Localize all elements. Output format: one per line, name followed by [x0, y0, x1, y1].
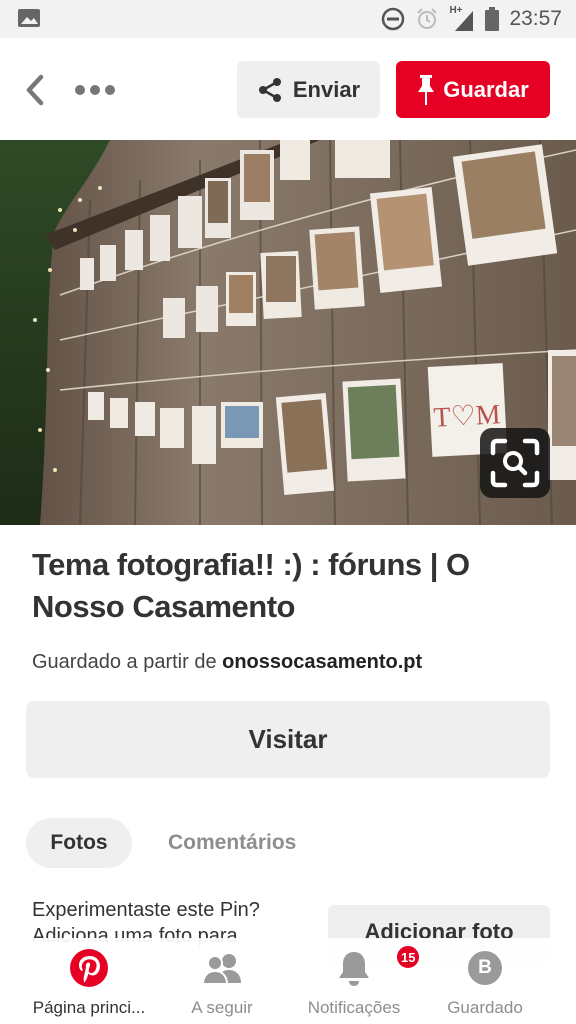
nav-following[interactable]: A seguir — [172, 938, 272, 1024]
saved-from-domain-link[interactable]: onossocasamento.pt — [222, 651, 422, 673]
do-not-disturb-icon — [382, 7, 405, 31]
status-bar: H+ 23:57 — [0, 0, 576, 38]
send-button[interactable]: Enviar — [237, 61, 380, 118]
back-button[interactable] — [18, 72, 52, 108]
people-icon — [201, 954, 241, 985]
status-icons: H+ 23:57 — [381, 5, 562, 32]
nav-saved[interactable]: B Guardado — [436, 938, 534, 1024]
visit-button[interactable]: Visitar — [26, 701, 550, 778]
nav-following-icon-wrap — [201, 938, 243, 998]
send-label: Enviar — [292, 76, 361, 102]
nav-saved-icon-wrap: B — [468, 938, 502, 998]
profile-initial-icon: B — [468, 951, 502, 985]
tab-photos-label: Fotos — [50, 831, 108, 854]
visual-search-icon — [490, 438, 540, 488]
signal-icon: H+ — [449, 5, 475, 31]
nav-following-label: A seguir — [191, 998, 253, 1017]
nav-saved-label: Guardado — [447, 998, 523, 1017]
nav-home[interactable]: Página princi... — [22, 938, 156, 1024]
nav-notifications-icon-wrap: 15 — [335, 938, 422, 998]
image-icon — [18, 9, 40, 27]
save-button[interactable]: Guardar — [396, 61, 550, 118]
chevron-left-icon — [26, 74, 44, 106]
visual-search-button[interactable] — [480, 428, 550, 498]
bell-icon — [339, 952, 369, 986]
share-icon — [258, 77, 281, 102]
profile-initial: B — [478, 957, 492, 978]
pin-action-bar: Enviar Guardar — [0, 38, 576, 140]
clock: 23:57 — [509, 7, 562, 30]
saved-from-prefix: Guardado a partir de — [32, 651, 217, 673]
nav-notifications[interactable]: 15 Notificações — [298, 938, 422, 1024]
visit-label: Visitar — [248, 724, 328, 754]
nav-notifications-label: Notificações — [307, 998, 401, 1017]
pin-title: Tema fotografia!! :) : fóruns | O Nosso … — [32, 547, 470, 624]
nav-home-label: Página princi... — [32, 998, 146, 1017]
save-label: Guardar — [443, 76, 529, 102]
tab-photos[interactable]: Fotos — [26, 818, 132, 868]
battery-icon — [485, 7, 500, 31]
notification-badge: 15 — [395, 944, 422, 970]
tab-comments-label: Comentários — [168, 831, 297, 854]
tab-comments[interactable]: Comentários — [160, 818, 304, 868]
pin-icon — [418, 74, 435, 105]
bottom-navigation: Página princi... A seguir 15 Notificaçõe… — [0, 938, 576, 1024]
pinterest-logo-icon — [70, 949, 108, 987]
nav-home-icon-wrap — [69, 938, 109, 998]
more-dots-icon — [75, 85, 115, 95]
alarm-icon — [417, 8, 438, 29]
saved-from: Guardado a partir de onossocasamento.pt — [32, 651, 422, 674]
more-options-button[interactable] — [70, 76, 120, 104]
